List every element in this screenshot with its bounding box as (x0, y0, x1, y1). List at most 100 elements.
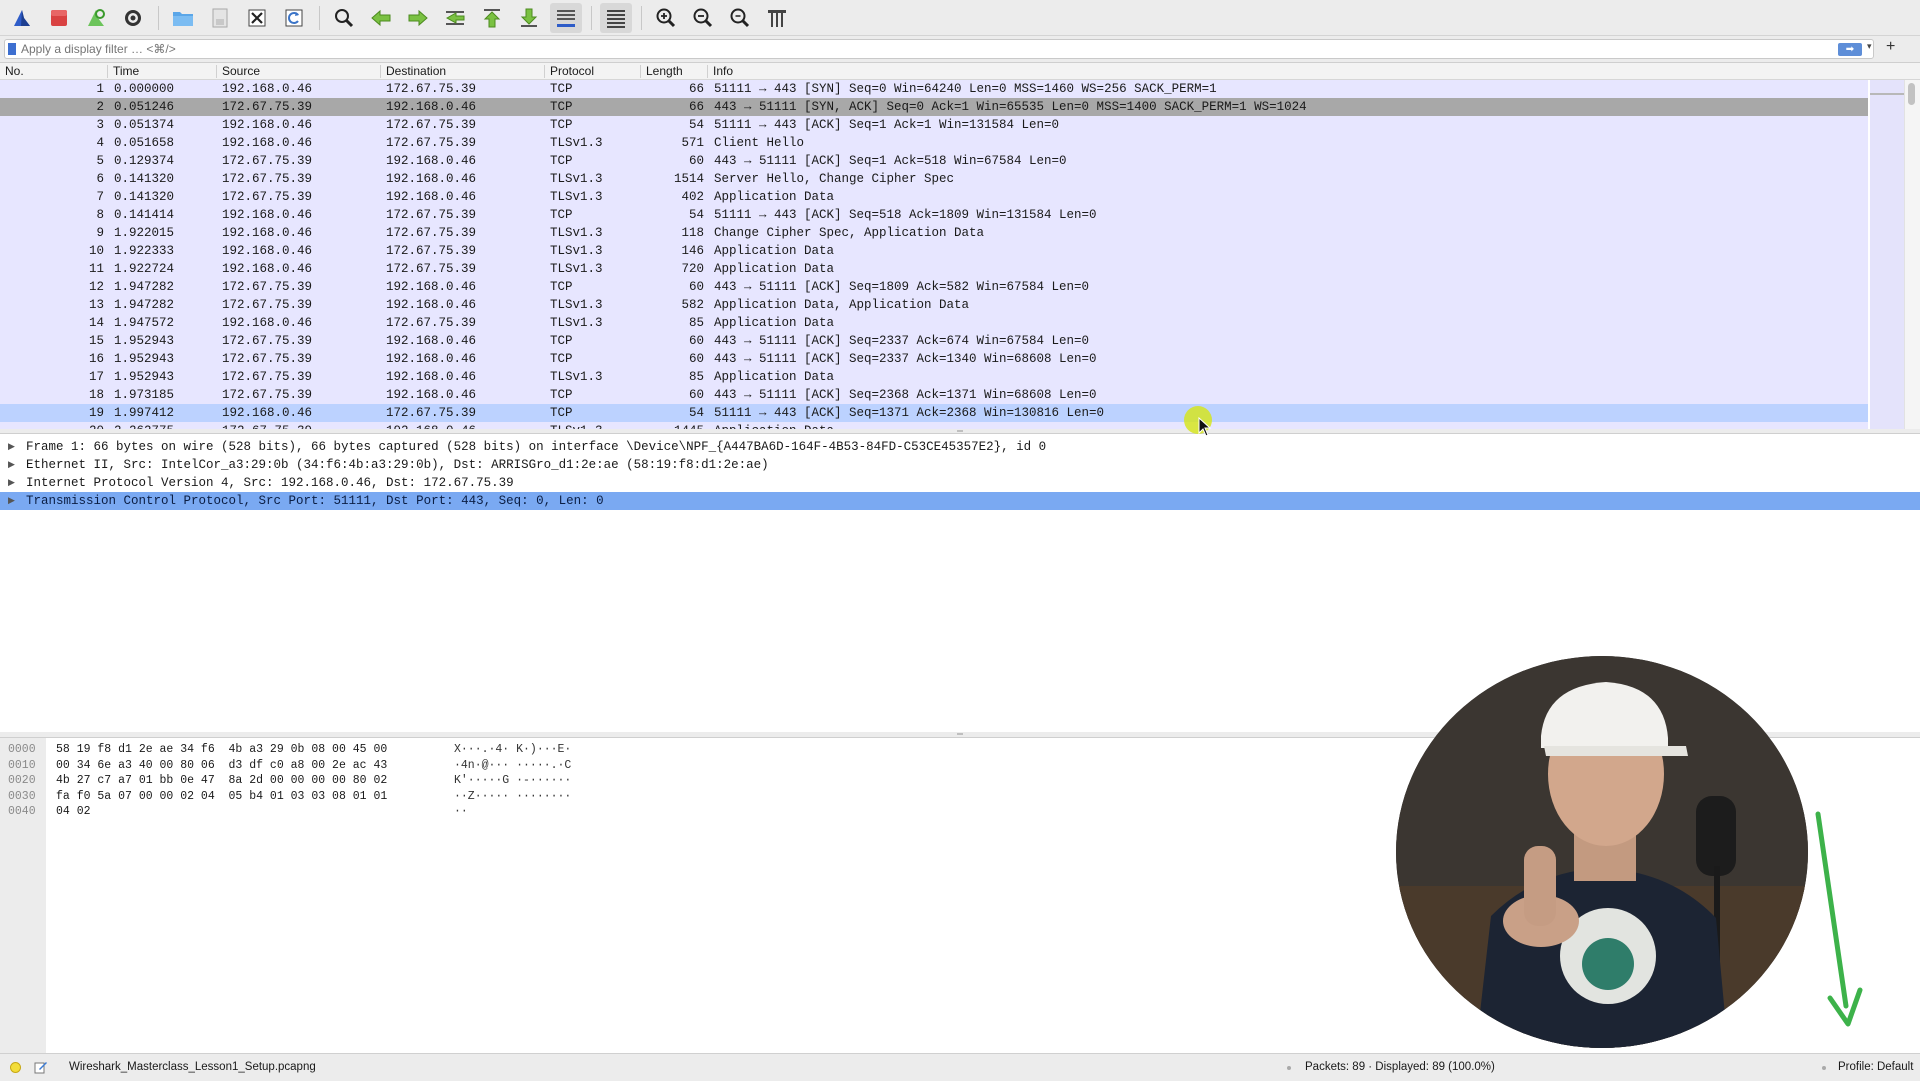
first-packet-icon[interactable] (476, 3, 508, 33)
hex-bytes: 4b 27 c7 a7 01 bb 0e 47 8a 2d 00 00 00 0… (56, 774, 388, 787)
autoscroll-icon[interactable] (550, 2, 582, 33)
packet-row[interactable]: 15 1.952943 172.67.75.39 192.168.0.46 TCP 60 4… (0, 332, 1868, 350)
packet-destination: 172.67.75.39 (386, 316, 477, 330)
zoom-reset-icon[interactable] (724, 3, 756, 33)
packet-row[interactable]: 8 0.141414 192.168.0.46 172.67.75.39 TCP 54 51… (0, 206, 1868, 224)
zoom-out-icon[interactable] (687, 3, 719, 33)
expand-arrow-icon[interactable]: ▶ (8, 474, 15, 492)
resize-columns-icon[interactable] (761, 3, 793, 33)
forward-arrow-icon[interactable] (402, 3, 434, 33)
packet-source: 192.168.0.46 (222, 316, 313, 330)
packet-row[interactable]: 9 1.922015 192.168.0.46 172.67.75.39 TLSv1.3… (0, 224, 1868, 242)
packet-info: Application Data (714, 422, 834, 429)
profile-status[interactable]: Profile: Default (1838, 1061, 1913, 1073)
packet-list-scroll-thumb[interactable] (1908, 83, 1915, 105)
zoom-in-icon[interactable] (650, 3, 682, 33)
packet-destination: 172.67.75.39 (386, 244, 477, 258)
packet-time: 0.129374 (114, 154, 175, 168)
packet-row[interactable]: 14 1.947572 192.168.0.46 172.67.75.39 TLSv1.… (0, 314, 1868, 332)
packet-row[interactable]: 5 0.129374 172.67.75.39 192.168.0.46 TCP 60 44… (0, 152, 1868, 170)
packet-no: 9 (96, 226, 104, 240)
packet-row[interactable]: 19 1.997412 192.168.0.46 172.67.75.39 TCP 54 5… (0, 404, 1868, 422)
display-filter-field[interactable]: ➡ ▾ (4, 39, 1874, 59)
column-header-time[interactable]: Time (113, 64, 139, 78)
packet-row[interactable]: 6 0.141320 172.67.75.39 192.168.0.46 TLSv1.3… (0, 170, 1868, 188)
add-filter-button[interactable]: + (1886, 38, 1895, 56)
filter-bookmark-icon[interactable] (8, 43, 16, 55)
packet-destination: 172.67.75.39 (386, 406, 477, 420)
packet-destination: 172.67.75.39 (386, 118, 477, 132)
packet-source: 172.67.75.39 (222, 190, 313, 204)
packet-row[interactable]: 11 1.922724 192.168.0.46 172.67.75.39 TLSv1.… (0, 260, 1868, 278)
packet-row[interactable]: 7 0.141320 172.67.75.39 192.168.0.46 TLSv1.3… (0, 188, 1868, 206)
column-header-length[interactable]: Length (646, 64, 683, 78)
hex-bytes: 00 34 6e a3 40 00 80 06 d3 df c0 a8 00 2… (56, 758, 388, 772)
detail-tcp-row[interactable]: ▶ Transmission Control Protocol, Src Port… (0, 492, 1920, 510)
column-header-source[interactable]: Source (222, 64, 260, 78)
packet-row[interactable]: 16 1.952943 172.67.75.39 192.168.0.46 TCP 60 4… (0, 350, 1868, 368)
detail-ipv4-row[interactable]: ▶ Internet Protocol Version 4, Src: 192.1… (0, 474, 1920, 492)
packet-row[interactable]: 12 1.947282 172.67.75.39 192.168.0.46 TCP 60 4… (0, 278, 1868, 296)
packet-source: 172.67.75.39 (222, 100, 313, 114)
packet-protocol: TCP (550, 82, 573, 96)
packet-row[interactable]: 1 0.000000 192.168.0.46 172.67.75.39 TCP 66 51… (0, 80, 1868, 98)
packet-time: 1.947282 (114, 298, 175, 312)
packet-destination: 192.168.0.46 (386, 388, 477, 402)
packet-row[interactable]: 18 1.973185 172.67.75.39 192.168.0.46 TCP 60 4… (0, 386, 1868, 404)
packet-protocol: TLSv1.3 (550, 262, 603, 276)
filter-dropdown-icon[interactable]: ▾ (1867, 41, 1872, 52)
find-magnifier-icon[interactable] (328, 3, 360, 33)
packet-row[interactable]: 3 0.051374 192.168.0.46 172.67.75.39 TCP 54 51… (0, 116, 1868, 134)
packet-time: 1.947572 (114, 316, 175, 330)
expert-info-icon[interactable] (10, 1062, 21, 1073)
gear-icon[interactable] (117, 3, 149, 33)
packet-time: 0.141320 (114, 190, 175, 204)
packet-time: 0.000000 (114, 82, 175, 96)
detail-frame-row[interactable]: ▶ Frame 1: 66 bytes on wire (528 bits), 6… (0, 438, 1920, 456)
packet-protocol: TLSv1.3 (550, 136, 603, 150)
expand-arrow-icon[interactable]: ▶ (8, 456, 15, 474)
display-filter-input[interactable] (21, 40, 1821, 58)
column-header-no[interactable]: No. (5, 64, 24, 78)
packet-protocol: TLSv1.3 (550, 244, 603, 258)
packet-length: 582 (681, 298, 704, 312)
packet-protocol: TLSv1.3 (550, 172, 603, 186)
packet-row[interactable]: 17 1.952943 172.67.75.39 192.168.0.46 TLSv1.… (0, 368, 1868, 386)
packet-no: 16 (88, 352, 104, 366)
column-header-destination[interactable]: Destination (386, 64, 446, 78)
restart-fin-icon[interactable] (80, 3, 112, 33)
goto-packet-icon[interactable] (439, 3, 471, 33)
shark-fin-start-icon[interactable] (6, 3, 38, 33)
column-header-info[interactable]: Info (713, 64, 733, 78)
packet-row[interactable]: 13 1.947282 172.67.75.39 192.168.0.46 TLSv1.… (0, 296, 1868, 314)
packet-destination: 172.67.75.39 (386, 136, 477, 150)
expand-arrow-icon[interactable]: ▶ (8, 492, 15, 510)
packet-destination: 192.168.0.46 (386, 190, 477, 204)
packet-row[interactable]: 10 1.922333 192.168.0.46 172.67.75.39 TLSv1.… (0, 242, 1868, 260)
green-arrow-annotation-icon (1815, 811, 1863, 1027)
edit-comment-icon[interactable] (34, 1060, 48, 1074)
packet-list-scrollbar[interactable] (1904, 80, 1920, 429)
apply-filter-arrow-icon[interactable]: ➡ (1838, 43, 1862, 56)
packet-length: 60 (688, 280, 704, 294)
reload-icon[interactable] (278, 3, 310, 33)
back-arrow-icon[interactable] (365, 3, 397, 33)
packet-row[interactable]: 4 0.051658 192.168.0.46 172.67.75.39 TLSv1.3… (0, 134, 1868, 152)
colorize-lines-icon[interactable] (600, 2, 632, 33)
packet-row[interactable]: 2 0.051246 172.67.75.39 192.168.0.46 TCP 66 44… (0, 98, 1868, 116)
packet-list-pane[interactable]: No. Time Source Destination Protocol Len… (0, 62, 1920, 429)
packet-protocol: TCP (550, 280, 573, 294)
last-packet-icon[interactable] (513, 3, 545, 33)
expand-arrow-icon[interactable]: ▶ (8, 438, 15, 456)
packet-row[interactable]: 20 2.262775 172.67.75.39 192.168.0.46 TLSv1.… (0, 422, 1868, 429)
capture-filename: Wireshark_Masterclass_Lesson1_Setup.pcap… (69, 1061, 316, 1073)
packet-info: Server Hello, Change Cipher Spec (714, 172, 955, 186)
open-folder-icon[interactable] (167, 3, 199, 33)
detail-ethernet-row[interactable]: ▶ Ethernet II, Src: IntelCor_a3:29:0b (34… (0, 456, 1920, 474)
status-separator-dot (1822, 1066, 1826, 1070)
packet-minimap[interactable] (1870, 80, 1904, 429)
save-file-icon[interactable] (204, 3, 236, 33)
stop-square-icon[interactable] (43, 3, 75, 33)
column-header-protocol[interactable]: Protocol (550, 64, 594, 78)
close-file-icon[interactable] (241, 3, 273, 33)
